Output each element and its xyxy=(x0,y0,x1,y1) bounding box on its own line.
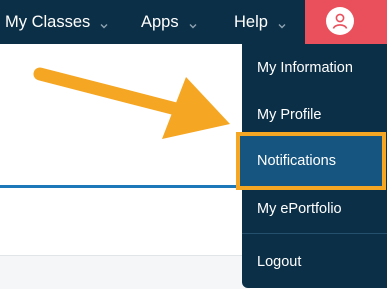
nav-help-label: Help xyxy=(234,12,268,31)
content-accent-line xyxy=(0,185,250,188)
arrow-icon xyxy=(33,67,230,139)
highlight-box: Notifications xyxy=(236,132,386,190)
nav-help[interactable]: Help xyxy=(234,0,287,44)
chevron-down-icon xyxy=(277,17,287,29)
user-icon xyxy=(332,13,348,29)
menu-divider xyxy=(242,233,387,234)
content-footer-strip xyxy=(0,255,250,289)
menu-item-logout[interactable]: Logout xyxy=(242,238,387,285)
chevron-down-icon xyxy=(99,17,109,29)
nav-apps[interactable]: Apps xyxy=(141,0,198,44)
menu-item-label: Logout xyxy=(257,253,302,270)
menu-item-label: My Profile xyxy=(257,106,322,123)
menu-item-label: My Information xyxy=(257,59,353,76)
chevron-down-icon xyxy=(188,17,198,29)
nav-my-classes[interactable]: My Classes xyxy=(5,0,109,44)
nav-apps-label: Apps xyxy=(141,12,179,31)
nav-my-classes-label: My Classes xyxy=(5,12,91,31)
user-menu-button[interactable] xyxy=(305,0,387,44)
menu-item-label: Notifications xyxy=(257,153,336,169)
top-navigation-bar: My Classes Apps Help xyxy=(0,0,387,44)
menu-item-my-eportfolio[interactable]: My ePortfolio xyxy=(242,185,387,232)
menu-item-label: My ePortfolio xyxy=(257,200,342,217)
menu-item-notifications[interactable]: Notifications xyxy=(240,136,382,186)
menu-item-my-information[interactable]: My Information xyxy=(242,44,387,91)
menu-item-my-profile[interactable]: My Profile xyxy=(242,91,387,138)
avatar xyxy=(326,7,354,35)
